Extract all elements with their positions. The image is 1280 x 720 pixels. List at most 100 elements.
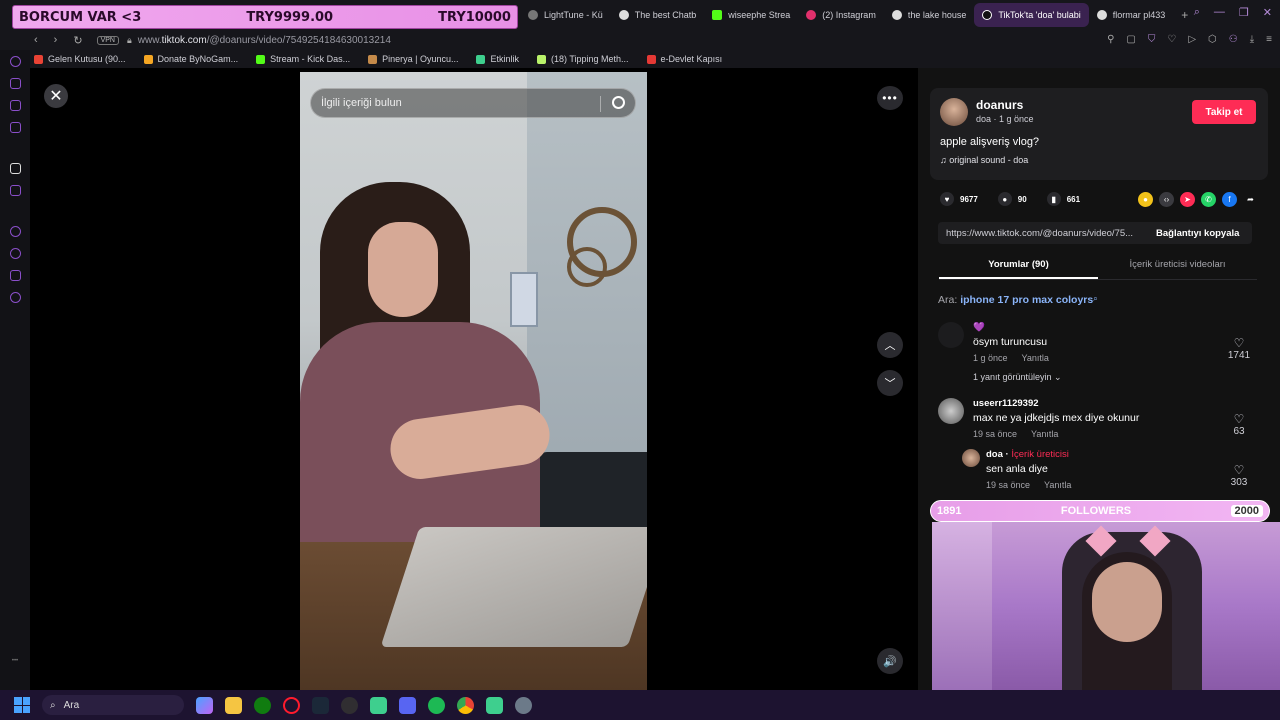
comment-avatar[interactable]	[962, 449, 980, 467]
settings-icon[interactable]	[515, 696, 532, 714]
sidebar-refresh-icon[interactable]	[9, 56, 21, 67]
minimize-icon[interactable]: —	[1214, 6, 1225, 19]
tab-lighttune[interactable]: LightTune - Kü	[520, 3, 611, 27]
bookmark-etkinlik[interactable]: Etkinlik	[476, 54, 519, 64]
discord-icon[interactable]	[399, 696, 416, 714]
bookmark-edevlet[interactable]: e-Devlet Kapısı	[646, 54, 722, 64]
pin-icon[interactable]: ⚲	[1107, 34, 1114, 45]
sidebar-chat-icon[interactable]	[9, 100, 21, 111]
tab-comments[interactable]: Yorumlar (90)	[939, 254, 1098, 279]
sidebar-more-icon[interactable]: •••	[12, 658, 18, 664]
chevron-down-icon[interactable]: ﹀	[877, 370, 903, 396]
comment-like-button[interactable]: ♡ 63	[1224, 412, 1254, 437]
sidebar-bag-icon[interactable]	[9, 78, 21, 89]
menu-icon[interactable]: ≡	[1266, 34, 1272, 45]
tab-creator-videos[interactable]: İçerik üreticisi videoları	[1098, 254, 1257, 279]
profile-icon[interactable]: ⚇	[1229, 34, 1238, 45]
reload-icon[interactable]: ↻	[73, 34, 82, 47]
sidebar-play-icon[interactable]	[9, 226, 21, 237]
vpn-badge[interactable]: VPN	[96, 35, 119, 45]
sidebar-settings-icon[interactable]	[9, 292, 21, 303]
volume-icon[interactable]: 🔊	[877, 648, 903, 674]
url-field[interactable]: www.tiktok.com/@doanurs/video/7549254184…	[138, 35, 391, 46]
reply-button[interactable]: Yanıtla	[1044, 480, 1071, 490]
bookmark-gmail[interactable]: Gelen Kutusu (90...	[34, 54, 126, 64]
reply-button[interactable]: Yanıtla	[1022, 353, 1049, 363]
comment-button[interactable]: ● 90	[997, 192, 1027, 206]
embed-icon[interactable]: ‹›	[1159, 192, 1174, 207]
followers-goal-overlay: 1891 FOLLOWERS 2000	[930, 500, 1270, 522]
download-icon[interactable]: ⤓	[1250, 34, 1254, 45]
bookmark-pinerya[interactable]: Pinerya | Oyuncu...	[368, 54, 458, 64]
reply-button[interactable]: Yanıtla	[1031, 429, 1058, 439]
bookmark-tipping[interactable]: (18) Tipping Meth...	[537, 54, 629, 64]
shield-icon[interactable]: ⛉	[1148, 34, 1156, 45]
whatsapp-icon[interactable]: ✆	[1201, 192, 1216, 207]
search-icon[interactable]	[612, 96, 625, 109]
related-search-input[interactable]: İlgili içeriği bulun	[310, 88, 636, 118]
send-icon[interactable]: ➤	[1180, 192, 1195, 207]
sidebar-app-icon[interactable]	[9, 163, 21, 174]
sidebar-history-icon[interactable]	[9, 248, 21, 259]
tab-favicon-icon	[618, 10, 629, 20]
app-icon[interactable]	[370, 696, 387, 714]
copy-link-button[interactable]: Bağlantıyı kopyala	[1146, 228, 1239, 239]
tab-kick-stream[interactable]: wiseephe Strea	[704, 3, 798, 27]
save-button[interactable]: ▮ 661	[1046, 192, 1080, 206]
chrome-icon[interactable]	[457, 696, 474, 714]
chevron-up-icon[interactable]: ︿	[877, 332, 903, 358]
start-button[interactable]	[14, 697, 30, 713]
coin-icon[interactable]: ●	[1138, 192, 1153, 207]
heart-outline-icon: ♡	[1233, 412, 1245, 426]
tab-chatbot[interactable]: The best Chatb	[611, 3, 705, 27]
screenshot-icon[interactable]: ▢	[1126, 34, 1135, 45]
close-window-icon[interactable]: ✕	[1263, 6, 1272, 19]
bookmark-donate[interactable]: Donate ByNoGam...	[143, 54, 238, 64]
opera-icon[interactable]	[283, 696, 300, 714]
bookmark-kick[interactable]: Stream - Kick Das...	[256, 54, 350, 64]
comment-author[interactable]: doa · İçerik üreticisi	[986, 449, 1069, 460]
cube-icon[interactable]: ⬡	[1208, 34, 1217, 45]
xbox-icon[interactable]	[254, 696, 271, 714]
more-options-button[interactable]: •••	[877, 86, 903, 110]
search-suggestion[interactable]: Ara: iphone 17 pro max coloyrs⌕	[938, 294, 1098, 306]
like-button[interactable]: ♥ 9677	[940, 192, 978, 206]
obs-icon[interactable]	[341, 696, 358, 714]
steam-icon[interactable]	[312, 696, 329, 714]
share-arrow-icon[interactable]: ➦	[1243, 192, 1258, 207]
search-tabs-icon[interactable]: ⌕	[1194, 6, 1200, 19]
play-icon[interactable]: ▷	[1188, 34, 1196, 45]
avatar[interactable]	[940, 98, 968, 126]
heart-icon[interactable]: ♡	[1167, 34, 1176, 45]
tab-instagram[interactable]: (2) Instagram	[798, 3, 884, 27]
comment-avatar[interactable]	[938, 322, 964, 348]
sidebar-cube-icon[interactable]	[9, 270, 21, 281]
close-icon[interactable]: ✕	[44, 84, 68, 108]
file-explorer-icon[interactable]	[225, 696, 242, 714]
tab-lake-house[interactable]: the lake house	[884, 3, 975, 27]
comment-author[interactable]: 💜	[973, 322, 985, 333]
app-icon[interactable]	[486, 696, 503, 714]
tab-tiktok-active[interactable]: TikTok'ta 'doa' bulabi	[974, 3, 1089, 27]
forward-icon[interactable]: ›	[54, 34, 58, 47]
comment-like-button[interactable]: ♡ 1741	[1224, 336, 1254, 361]
username[interactable]: doanurs	[976, 98, 1023, 112]
comment-like-button[interactable]: ♡ 303	[1224, 463, 1254, 488]
follow-button[interactable]: Takip et	[1192, 100, 1256, 124]
taskbar-search[interactable]: ⌕ Ara	[42, 695, 184, 715]
tab-flormar[interactable]: flormar pl433	[1089, 3, 1174, 27]
spotify-icon[interactable]	[428, 696, 445, 714]
sidebar-box-icon[interactable]	[9, 122, 21, 133]
sidebar-twitch-icon[interactable]	[9, 185, 21, 196]
lock-icon[interactable]: 🔒︎	[127, 35, 132, 46]
view-replies-button[interactable]: 1 yanıt görüntüleyin ⌄	[973, 372, 1062, 383]
post-link-field[interactable]: https://www.tiktok.com/@doanurs/video/75…	[938, 228, 1146, 239]
comment-avatar[interactable]	[938, 398, 964, 424]
sound-link[interactable]: ♫ original sound - doa	[940, 155, 1028, 165]
comment-author[interactable]: useerr1129392	[973, 398, 1039, 409]
back-icon[interactable]: ‹	[34, 34, 38, 47]
copilot-icon[interactable]	[196, 696, 213, 714]
maximize-icon[interactable]: ❐	[1239, 6, 1249, 19]
video-player[interactable]: İlgili içeriği bulun	[300, 72, 647, 692]
facebook-icon[interactable]: f	[1222, 192, 1237, 207]
